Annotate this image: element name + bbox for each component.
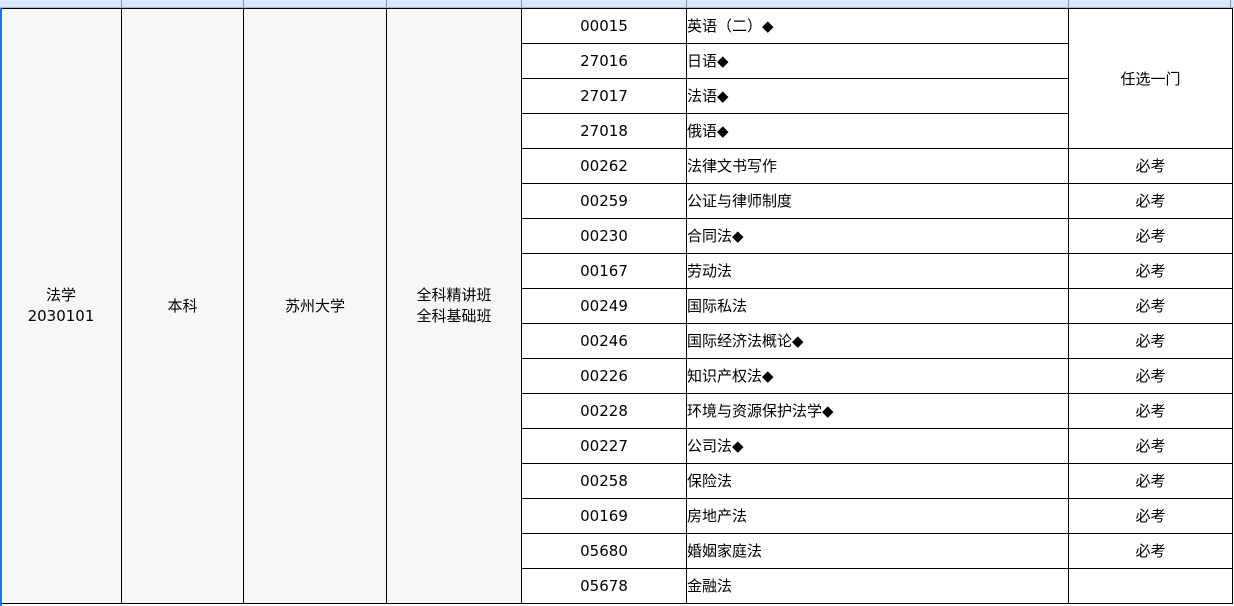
course-name-cell[interactable]: 法语◆	[686, 78, 1069, 114]
course-code-cell[interactable]: 00226	[521, 358, 687, 394]
level-text: 本科	[167, 297, 198, 315]
course-name-cell[interactable]: 环境与资源保护法学◆	[686, 393, 1069, 429]
course-code-cell[interactable]: 00259	[521, 183, 687, 219]
column-header-separator[interactable]	[121, 0, 122, 7]
course-status-cell[interactable]: 必考	[1068, 183, 1233, 219]
classes-cell[interactable]: 全科精讲班 全科基础班	[386, 8, 522, 604]
course-status-cell[interactable]	[1068, 568, 1233, 604]
column-header-separator[interactable]	[386, 0, 387, 7]
selection-edge-indicator	[0, 8, 2, 606]
course-name-cell[interactable]: 知识产权法◆	[686, 358, 1069, 394]
course-table: 法学 2030101 本科 苏州大学 全科精讲班 全科基础班 00015 英语（…	[0, 8, 1233, 604]
course-name-cell[interactable]: 金融法	[686, 568, 1069, 604]
course-name-cell[interactable]: 房地产法	[686, 498, 1069, 534]
course-name-cell[interactable]: 公司法◆	[686, 428, 1069, 464]
course-status-cell[interactable]: 必考	[1068, 358, 1233, 394]
course-code-cell[interactable]: 00227	[521, 428, 687, 464]
course-name-cell[interactable]: 合同法◆	[686, 218, 1069, 254]
course-code-cell[interactable]: 00167	[521, 253, 687, 289]
column-header-separator[interactable]	[1230, 0, 1231, 7]
column-header-strip	[0, 0, 1234, 8]
course-status-cell[interactable]: 必考	[1068, 323, 1233, 359]
course-name-cell[interactable]: 国际经济法概论◆	[686, 323, 1069, 359]
course-code-cell[interactable]: 05678	[521, 568, 687, 604]
course-status-cell[interactable]: 必考	[1068, 148, 1233, 184]
course-status-cell[interactable]: 必考	[1068, 288, 1233, 324]
course-code-cell[interactable]: 00258	[521, 463, 687, 499]
column-header-separator[interactable]	[1068, 0, 1069, 7]
course-code-cell[interactable]: 27016	[521, 43, 687, 79]
school-text: 苏州大学	[284, 297, 345, 315]
course-status-cell[interactable]: 必考	[1068, 393, 1233, 429]
column-header-separator[interactable]	[686, 0, 687, 7]
course-code-cell[interactable]: 00015	[521, 8, 687, 44]
course-status-cell[interactable]: 必考	[1068, 498, 1233, 534]
course-name-cell[interactable]: 公证与律师制度	[686, 183, 1069, 219]
course-name-cell[interactable]: 婚姻家庭法	[686, 533, 1069, 569]
course-code-cell[interactable]: 05680	[521, 533, 687, 569]
major-name: 法学	[45, 286, 76, 304]
course-name-cell[interactable]: 国际私法	[686, 288, 1069, 324]
course-code-cell[interactable]: 00228	[521, 393, 687, 429]
course-name-cell[interactable]: 劳动法	[686, 253, 1069, 289]
level-cell[interactable]: 本科	[121, 8, 244, 604]
elective-group-cell[interactable]: 任选一门	[1068, 8, 1233, 149]
course-status-cell[interactable]: 必考	[1068, 253, 1233, 289]
course-name-cell[interactable]: 保险法	[686, 463, 1069, 499]
course-status-cell[interactable]: 必考	[1068, 218, 1233, 254]
school-cell[interactable]: 苏州大学	[243, 8, 387, 604]
column-header-separator[interactable]	[243, 0, 244, 7]
course-code-cell[interactable]: 00246	[521, 323, 687, 359]
course-code-cell[interactable]: 00249	[521, 288, 687, 324]
course-status-cell[interactable]: 必考	[1068, 463, 1233, 499]
course-name-cell[interactable]: 俄语◆	[686, 113, 1069, 149]
course-name-cell[interactable]: 法律文书写作	[686, 148, 1069, 184]
major-code: 2030101	[27, 307, 95, 325]
spreadsheet-view: 法学 2030101 本科 苏州大学 全科精讲班 全科基础班 00015 英语（…	[0, 0, 1234, 606]
course-name-cell[interactable]: 英语（二）◆	[686, 8, 1069, 44]
major-cell[interactable]: 法学 2030101	[0, 8, 122, 604]
table-row: 法学 2030101 本科 苏州大学 全科精讲班 全科基础班 00015 英语（…	[0, 8, 1233, 604]
course-code-cell[interactable]: 00169	[521, 498, 687, 534]
course-status-cell[interactable]: 必考	[1068, 533, 1233, 569]
course-code-cell[interactable]: 27017	[521, 78, 687, 114]
course-code-cell[interactable]: 27018	[521, 113, 687, 149]
class-name-2: 全科基础班	[416, 307, 492, 325]
course-code-cell[interactable]: 00262	[521, 148, 687, 184]
course-name-cell[interactable]: 日语◆	[686, 43, 1069, 79]
class-name-1: 全科精讲班	[416, 286, 492, 304]
course-status-cell[interactable]: 必考	[1068, 428, 1233, 464]
column-header-separator[interactable]	[521, 0, 522, 7]
course-code-cell[interactable]: 00230	[521, 218, 687, 254]
